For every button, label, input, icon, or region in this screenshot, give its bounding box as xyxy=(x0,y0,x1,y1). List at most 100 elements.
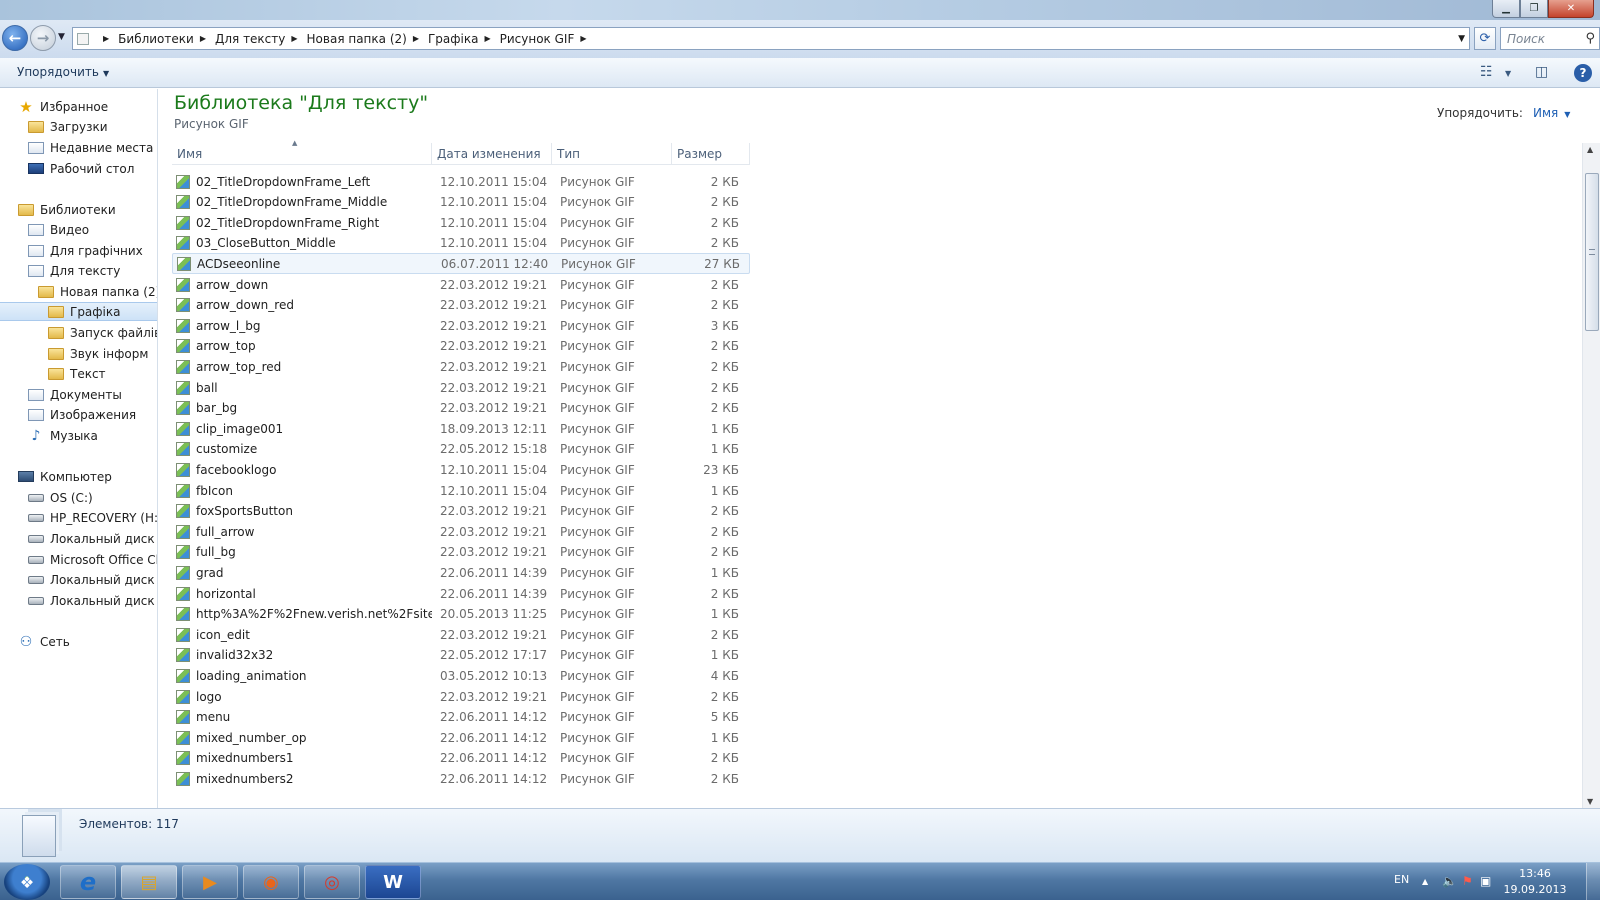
nav-video[interactable]: Видео xyxy=(0,220,157,239)
file-row[interactable]: arrow_top 22.03.2012 19:21 Рисунок GIF 2 КБ xyxy=(172,336,750,357)
file-row[interactable]: mixednumbers1 22.06.2011 14:12 Рисунок GIF… xyxy=(172,748,750,769)
nav-graphics[interactable]: Графіка xyxy=(0,302,157,321)
file-row[interactable]: arrow_l_bg 22.03.2012 19:21 Рисунок GIF 3 К… xyxy=(172,315,750,336)
breadcrumb-arrow-icon[interactable]: ▶ xyxy=(580,34,586,43)
breadcrumb-arrow-icon[interactable]: ▶ xyxy=(103,34,109,43)
nav-drive-h[interactable]: HP_RECOVERY (H:) xyxy=(0,508,157,527)
taskbar-windows-explorer[interactable]: ▤ xyxy=(121,865,177,899)
nav-new-folder[interactable]: Новая папка (2) (S xyxy=(0,282,157,301)
action-center-flag-icon[interactable]: ⚑ xyxy=(1462,874,1473,888)
file-row[interactable]: 02_TitleDropdownFrame_Right 12.10.2011 15… xyxy=(172,212,750,233)
breadcrumb-gif-images[interactable]: Рисунок GIF ▶ xyxy=(500,32,596,46)
file-row[interactable]: icon_edit 22.03.2012 19:21 Рисунок GIF 2 КБ xyxy=(172,624,750,645)
breadcrumb-arrow-icon[interactable]: ▶ xyxy=(413,34,419,43)
maximize-button[interactable]: ❐ xyxy=(1520,0,1548,18)
breadcrumb-arrow-icon[interactable]: ▶ xyxy=(484,34,490,43)
forward-button[interactable]: → xyxy=(30,25,56,51)
column-header-type[interactable]: Тип xyxy=(552,143,672,165)
volume-icon[interactable]: 🔈 xyxy=(1442,874,1457,888)
address-bar[interactable]: ▶ Библиотеки ▶ Для тексту ▶ Новая папка (2… xyxy=(72,27,1470,50)
scroll-down-icon[interactable]: ▼ xyxy=(1587,797,1593,806)
preview-pane-icon[interactable]: ◫ xyxy=(1535,64,1548,80)
organize-button[interactable]: Упорядочить ▼ xyxy=(17,65,109,79)
file-row[interactable]: 02_TitleDropdownFrame_Left 12.10.2011 15:… xyxy=(172,171,750,192)
file-row[interactable]: mixednumbers2 22.06.2011 14:12 Рисунок GIF… xyxy=(172,768,750,789)
breadcrumb-libraries[interactable]: Библиотеки ▶ xyxy=(118,32,215,46)
taskbar-internet-explorer[interactable]: e xyxy=(60,865,116,899)
file-row[interactable]: full_bg 22.03.2012 19:21 Рисунок GIF 2 КБ xyxy=(172,542,750,563)
view-options-icon[interactable]: ☷ xyxy=(1480,64,1493,80)
file-row[interactable]: facebooklogo 12.10.2011 15:04 Рисунок GIF 2… xyxy=(172,459,750,480)
arrange-value[interactable]: Имя xyxy=(1533,106,1558,120)
clock[interactable]: 13:46 19.09.2013 xyxy=(1500,866,1570,898)
chevron-down-icon[interactable]: ▼ xyxy=(1564,110,1570,119)
nav-libraries[interactable]: Библиотеки xyxy=(0,200,157,219)
breadcrumb-arrow-icon[interactable]: ▶ xyxy=(200,34,206,43)
file-row[interactable]: foxSportsButton 22.03.2012 19:21 Рисунок G… xyxy=(172,501,750,522)
nav-desktop[interactable]: Рабочий стол xyxy=(0,159,157,178)
show-desktop-button[interactable] xyxy=(1586,863,1600,900)
nav-documents[interactable]: Документы xyxy=(0,385,157,404)
nav-drive-c[interactable]: OS (C:) xyxy=(0,488,157,507)
taskbar-word[interactable]: W xyxy=(365,865,421,899)
nav-drive-n[interactable]: Локальный диск (N xyxy=(0,529,157,548)
nav-downloads[interactable]: Загрузки xyxy=(0,117,157,136)
file-row[interactable]: 02_TitleDropdownFrame_Middle 12.10.2011 1… xyxy=(172,192,750,213)
nav-network[interactable]: ⚇ Сеть xyxy=(0,632,157,651)
file-row[interactable]: logo 22.03.2012 19:21 Рисунок GIF 2 КБ xyxy=(172,686,750,707)
nav-favorites[interactable]: ★ Избранное xyxy=(0,97,157,116)
column-header-name[interactable]: Имя ▲ xyxy=(172,139,432,165)
column-header-date[interactable]: Дата изменения xyxy=(432,143,552,165)
nav-sound-info[interactable]: Звук інформ xyxy=(0,344,157,363)
minimize-button[interactable]: ▁ xyxy=(1492,0,1520,18)
file-row[interactable]: http%3A%2F%2Fnew.verish.net%2Fsites... 20… xyxy=(172,604,750,625)
back-button[interactable]: ← xyxy=(2,25,28,51)
breadcrumb-arrow-icon[interactable]: ▶ xyxy=(291,34,297,43)
scroll-up-icon[interactable]: ▲ xyxy=(1587,145,1593,154)
file-row[interactable]: fbIcon 12.10.2011 15:04 Рисунок GIF 1 КБ xyxy=(172,480,750,501)
nav-launch-files[interactable]: Запуск файлів xyxy=(0,323,157,342)
column-header-size[interactable]: Размер xyxy=(672,143,750,165)
nav-music[interactable]: ♪ Музыка xyxy=(0,426,157,445)
nav-text[interactable]: Текст xyxy=(0,364,157,383)
language-indicator[interactable]: EN xyxy=(1394,873,1409,886)
breadcrumb-for-text[interactable]: Для тексту ▶ xyxy=(215,32,307,46)
refresh-button[interactable]: ⟳ xyxy=(1474,27,1496,50)
nav-recent-places[interactable]: Недавние места xyxy=(0,138,157,157)
file-row[interactable]: customize 22.05.2012 15:18 Рисунок GIF 1 КБ xyxy=(172,439,750,460)
arrange-by-control[interactable]: Упорядочить: Имя ▼ xyxy=(1437,106,1570,120)
nav-for-text[interactable]: Для тексту xyxy=(0,261,157,280)
file-row[interactable]: grad 22.06.2011 14:39 Рисунок GIF 1 КБ xyxy=(172,562,750,583)
breadcrumb-new-folder[interactable]: Новая папка (2) ▶ xyxy=(307,32,428,46)
breadcrumb-graphics[interactable]: Графіка ▶ xyxy=(428,32,500,46)
vertical-scrollbar[interactable]: ▲ ▼ xyxy=(1582,143,1600,808)
file-row[interactable]: invalid32x32 22.05.2012 17:17 Рисунок GIF 1… xyxy=(172,645,750,666)
taskbar-media-player[interactable]: ▶ xyxy=(182,865,238,899)
file-row[interactable]: arrow_down_red 22.03.2012 19:21 Рисунок GI… xyxy=(172,295,750,316)
file-row[interactable]: mixed_number_op 22.06.2011 14:12 Рисунок G… xyxy=(172,727,750,748)
file-row[interactable]: arrow_down 22.03.2012 19:21 Рисунок GIF 2 К… xyxy=(172,274,750,295)
file-row[interactable]: 03_CloseButton_Middle 12.10.2011 15:04 Рис… xyxy=(172,233,750,254)
network-status-icon[interactable]: ▣ xyxy=(1480,874,1491,888)
nav-for-graphics[interactable]: Для графічних xyxy=(0,241,157,260)
taskbar-chrome[interactable]: ◎ xyxy=(304,865,360,899)
nav-images[interactable]: Изображения xyxy=(0,405,157,424)
nav-computer[interactable]: Компьютер xyxy=(0,467,157,486)
view-dropdown-icon[interactable]: ▼ xyxy=(1505,69,1511,78)
scroll-thumb[interactable] xyxy=(1585,173,1599,331)
search-icon[interactable]: ⚲ xyxy=(1585,31,1595,46)
file-row[interactable]: bar_bg 22.03.2012 19:21 Рисунок GIF 2 КБ xyxy=(172,398,750,419)
file-row[interactable]: menu 22.06.2011 14:12 Рисунок GIF 5 КБ xyxy=(172,707,750,728)
address-dropdown-icon[interactable]: ▼ xyxy=(1458,34,1465,44)
start-button[interactable]: ❖ xyxy=(4,864,50,900)
file-row[interactable]: arrow_top_red 22.03.2012 19:21 Рисунок GIF… xyxy=(172,356,750,377)
file-row[interactable]: horizontal 22.06.2011 14:39 Рисунок GIF 2 К… xyxy=(172,583,750,604)
nav-drive-office[interactable]: Microsoft Office Clic xyxy=(0,550,157,569)
recent-pages-button[interactable]: ▼ xyxy=(58,32,65,42)
file-row[interactable]: ball 22.03.2012 19:21 Рисунок GIF 2 КБ xyxy=(172,377,750,398)
show-hidden-icons-icon[interactable]: ▲ xyxy=(1422,877,1428,886)
file-row[interactable]: full_arrow 22.03.2012 19:21 Рисунок GIF 2 К… xyxy=(172,521,750,542)
file-row[interactable]: loading_animation 03.05.2012 10:13 Рисунок… xyxy=(172,665,750,686)
help-icon[interactable]: ? xyxy=(1574,64,1592,82)
file-row[interactable]: ACDseeonline 06.07.2011 12:40 Рисунок GIF 2… xyxy=(172,253,750,275)
